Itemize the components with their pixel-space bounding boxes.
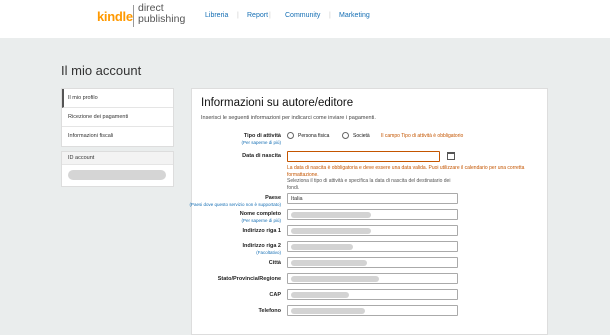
birth-date-input[interactable]	[287, 151, 440, 162]
business-type-error: Il campo Tipo di attività è obbligatorio	[381, 133, 464, 139]
radio-individual-label[interactable]: Persona fisica	[298, 133, 329, 139]
logo-kindle-text: kindle	[97, 9, 133, 24]
phone-input[interactable]	[287, 305, 458, 316]
address-line2-input[interactable]	[287, 241, 458, 252]
top-header: kindle direct publishing Libreria | Repo…	[0, 0, 610, 38]
full-name-redacted	[291, 212, 371, 218]
form-title: Informazioni su autore/editore	[201, 97, 354, 109]
phone-label: Telefono	[258, 308, 281, 314]
form-subtitle: Inserisci le seguenti informazioni per i…	[201, 115, 376, 121]
birth-date-label: Data di nascita	[242, 153, 281, 159]
sidebar-item-profile[interactable]: Il mio profilo	[62, 89, 173, 108]
nav-libreria[interactable]: Libreria	[205, 12, 228, 19]
city-label: Città	[268, 260, 281, 266]
phone-redacted	[291, 308, 365, 314]
business-type-label: Tipo di attività	[243, 133, 281, 139]
birth-date-note: Seleziona il tipo di attività e specific…	[287, 178, 451, 191]
calendar-icon[interactable]	[447, 152, 455, 160]
address-line2-redacted	[291, 244, 353, 250]
address-line1-label: Indirizzo riga 1	[242, 228, 281, 234]
address-line2-label: Indirizzo riga 2	[242, 243, 281, 249]
state-input[interactable]	[287, 273, 458, 284]
country-help-link[interactable]: (Paesi dove questo servizio non è suppor…	[189, 202, 281, 207]
city-redacted	[291, 260, 367, 266]
nav-separator: |	[329, 12, 331, 19]
country-label: Paese	[265, 195, 281, 201]
address-line1-input[interactable]	[287, 225, 458, 236]
city-input[interactable]	[287, 257, 458, 268]
radio-company[interactable]	[342, 132, 349, 139]
author-info-panel: Informazioni su autore/editore Inserisci…	[189, 88, 548, 335]
page-title: Il mio account	[61, 63, 142, 78]
nav-separator: |	[269, 12, 271, 19]
sidebar-menu: Il mio profilo Ricezione dei pagamenti I…	[61, 88, 174, 147]
address-line1-redacted	[291, 228, 371, 234]
full-name-help-link[interactable]: (Per saperne di più)	[241, 218, 281, 223]
sidebar-item-payments[interactable]: Ricezione dei pagamenti	[62, 108, 173, 127]
account-id-box: ID account	[61, 151, 174, 187]
state-label: Stato/Provincia/Regione	[217, 276, 281, 282]
country-select[interactable]: Italia	[287, 193, 458, 204]
state-redacted	[291, 276, 379, 282]
postal-code-input[interactable]	[287, 289, 458, 300]
logo-direct-publishing: direct publishing	[138, 3, 185, 25]
nav-community[interactable]: Community	[285, 12, 320, 19]
account-id-header: ID account	[62, 152, 173, 165]
logo-divider	[133, 5, 134, 27]
full-name-input[interactable]	[287, 209, 458, 220]
nav-marketing[interactable]: Marketing	[339, 12, 370, 19]
account-id-redacted	[68, 170, 166, 180]
country-value: Italia	[291, 195, 303, 202]
address-line2-optional: (Facoltativo)	[256, 250, 281, 255]
full-name-label: Nome completo	[239, 211, 281, 217]
business-type-help-link[interactable]: (Per saperne di più)	[241, 140, 281, 145]
radio-company-label[interactable]: Società	[353, 133, 370, 139]
sidebar-item-tax-info[interactable]: Informazioni fiscali	[62, 127, 173, 146]
postal-code-redacted	[291, 292, 349, 298]
birth-date-error: La data di nascita è obbligatoria e deve…	[287, 165, 525, 178]
logo-publishing-text: publishing	[138, 13, 186, 25]
nav-report[interactable]: Report	[247, 12, 268, 19]
nav-separator: |	[237, 12, 239, 19]
radio-individual[interactable]	[287, 132, 294, 139]
postal-code-label: CAP	[269, 292, 281, 298]
